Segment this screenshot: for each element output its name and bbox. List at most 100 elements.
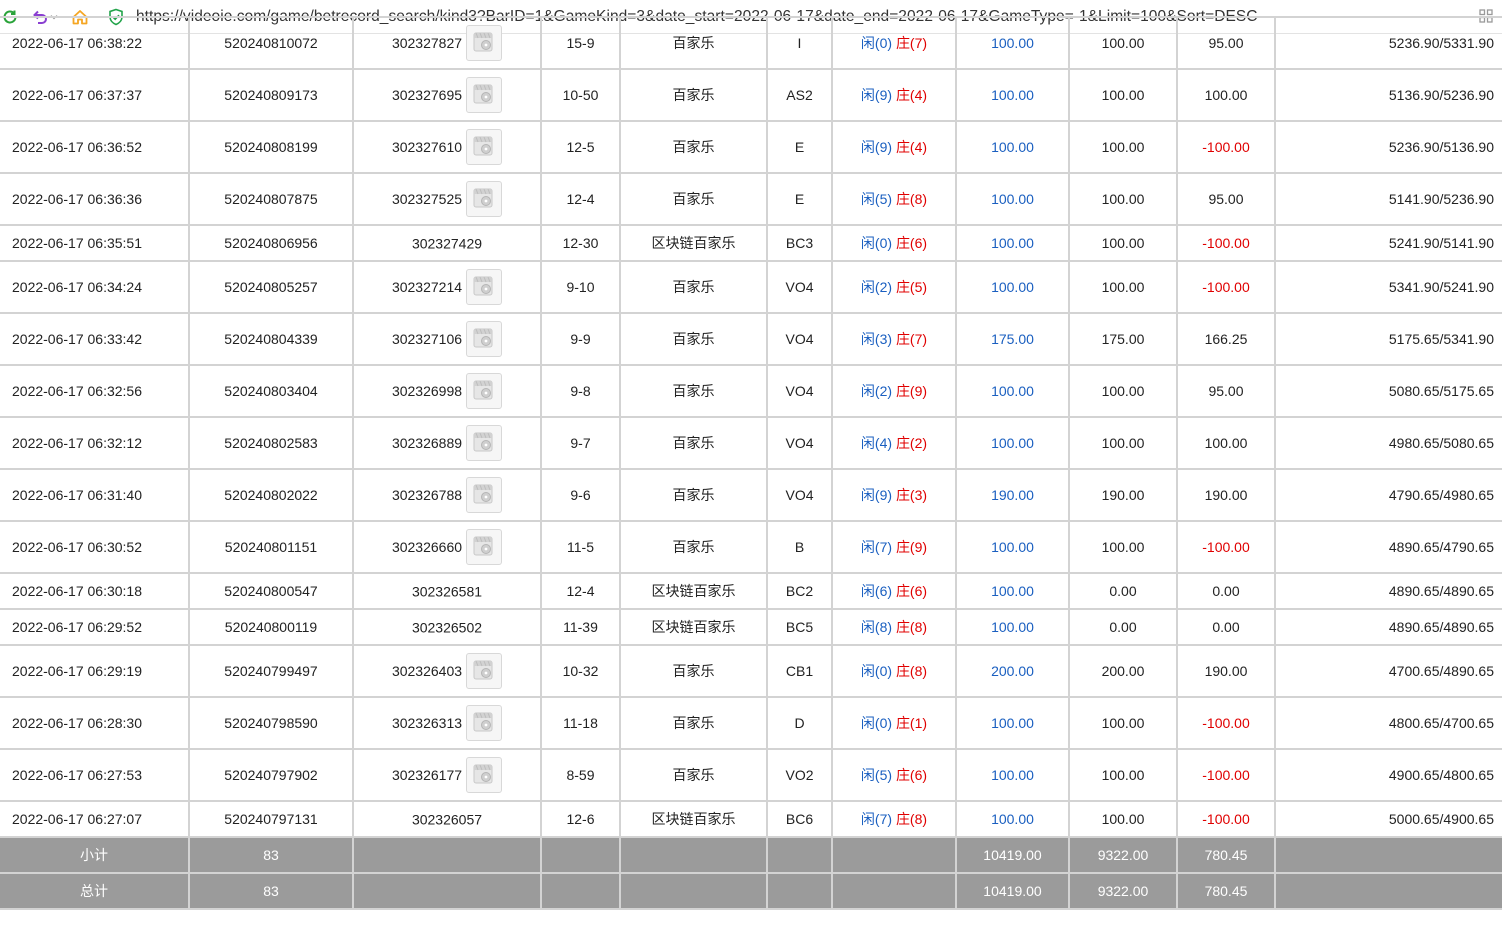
video-replay-icon[interactable]: [466, 129, 503, 165]
round-id: 302326057: [411, 811, 483, 828]
round-id-cell: 302326889: [352, 416, 542, 470]
round-id-cell: 302327827: [352, 16, 542, 70]
result-player: 闲(9): [860, 87, 893, 103]
round-id: 302326998: [391, 383, 463, 399]
video-replay-icon[interactable]: [466, 269, 503, 305]
bet-amount-cell[interactable]: 100.00: [955, 68, 1070, 122]
round-id: 302327214: [391, 279, 463, 295]
subtotal-row: 小计 83 10419.00 9322.00 780.45: [0, 836, 1502, 874]
video-replay-icon[interactable]: [466, 77, 503, 113]
time-cell: 2022-06-17 06:33:42: [0, 312, 190, 366]
round-id-cell: 302326313: [352, 696, 542, 750]
valid-bet-cell: 100.00: [1068, 224, 1178, 262]
result-banker: 庄(2): [895, 435, 928, 451]
valid-bet-cell: 100.00: [1068, 696, 1178, 750]
bet-amount-cell[interactable]: 100.00: [955, 572, 1070, 610]
win-loss-cell: -100.00: [1176, 520, 1276, 574]
bet-id-cell: 520240799497: [188, 644, 354, 698]
valid-bet-cell: 100.00: [1068, 520, 1178, 574]
round-id: 302326889: [391, 435, 463, 451]
win-loss-cell: 0.00: [1176, 608, 1276, 646]
bet-amount-cell[interactable]: 100.00: [955, 696, 1070, 750]
video-replay-icon[interactable]: [466, 425, 503, 461]
valid-bet-cell: 100.00: [1068, 416, 1178, 470]
round-id-cell: 302327695: [352, 68, 542, 122]
time-cell: 2022-06-17 06:36:36: [0, 172, 190, 226]
round-id-cell: 302326660: [352, 520, 542, 574]
round-id-cell: 302326057: [352, 800, 542, 838]
bet-amount-cell[interactable]: 100.00: [955, 416, 1070, 470]
result-banker: 庄(1): [895, 715, 928, 731]
balance-cell: 5141.90/5236.90: [1274, 172, 1502, 226]
bet-id-cell: 520240804339: [188, 312, 354, 366]
summary-valid: 9322.00: [1068, 836, 1178, 874]
result-player: 闲(2): [860, 383, 893, 399]
bet-amount-cell[interactable]: 190.00: [955, 468, 1070, 522]
bet-amount-cell[interactable]: 100.00: [955, 520, 1070, 574]
summary-empty: [766, 836, 833, 874]
result-cell: 闲(2) 庄(9): [831, 364, 957, 418]
game-type-cell: 百家乐: [619, 312, 768, 366]
bet-amount-cell[interactable]: 100.00: [955, 364, 1070, 418]
shoe-cell: 10-50: [540, 68, 621, 122]
summary-empty: [831, 836, 957, 874]
result-cell: 闲(0) 庄(1): [831, 696, 957, 750]
video-replay-icon[interactable]: [466, 653, 503, 689]
result-banker: 庄(9): [895, 539, 928, 555]
table-code-cell: VO4: [766, 312, 833, 366]
video-replay-icon[interactable]: [466, 321, 503, 357]
result-player: 闲(9): [860, 139, 893, 155]
bet-amount-cell[interactable]: 200.00: [955, 644, 1070, 698]
video-replay-icon[interactable]: [466, 181, 503, 217]
round-id: 302326502: [411, 619, 483, 636]
table-row: 2022-06-17 06:27:53 520240797902 302326177…: [0, 748, 1502, 802]
shoe-cell: 12-4: [540, 572, 621, 610]
video-replay-icon[interactable]: [466, 529, 503, 565]
table-row: 2022-06-17 06:30:52 520240801151 302326660…: [0, 520, 1502, 574]
video-replay-icon[interactable]: [466, 373, 503, 409]
result-banker: 庄(6): [895, 767, 928, 783]
game-type-cell: 百家乐: [619, 644, 768, 698]
table-row: 2022-06-17 06:29:19 520240799497 302326403…: [0, 644, 1502, 698]
bet-amount-cell[interactable]: 100.00: [955, 172, 1070, 226]
balance-cell: 4980.65/5080.65: [1274, 416, 1502, 470]
video-replay-icon[interactable]: [466, 757, 503, 793]
bet-amount-cell[interactable]: 175.00: [955, 312, 1070, 366]
bet-amount-cell[interactable]: 100.00: [955, 800, 1070, 838]
bet-amount-cell[interactable]: 100.00: [955, 120, 1070, 174]
valid-bet-cell: 100.00: [1068, 364, 1178, 418]
table-code-cell: AS2: [766, 68, 833, 122]
balance-cell: 5236.90/5136.90: [1274, 120, 1502, 174]
shoe-cell: 12-6: [540, 800, 621, 838]
balance-cell: 4700.65/4890.65: [1274, 644, 1502, 698]
game-type-cell: 区块链百家乐: [619, 608, 768, 646]
bet-amount-cell[interactable]: 100.00: [955, 16, 1070, 70]
time-cell: 2022-06-17 06:37:37: [0, 68, 190, 122]
valid-bet-cell: 100.00: [1068, 68, 1178, 122]
result-banker: 庄(7): [895, 35, 928, 51]
summary-empty: [540, 872, 621, 910]
video-replay-icon[interactable]: [466, 25, 503, 61]
bet-amount-cell[interactable]: 100.00: [955, 224, 1070, 262]
round-id: 302326788: [391, 487, 463, 503]
game-type-cell: 区块链百家乐: [619, 800, 768, 838]
table-code-cell: E: [766, 120, 833, 174]
bet-id-cell: 520240809173: [188, 68, 354, 122]
shoe-cell: 9-6: [540, 468, 621, 522]
table-row: 2022-06-17 06:36:36 520240807875 302327525…: [0, 172, 1502, 226]
round-id-cell: 302326581: [352, 572, 542, 610]
video-replay-icon[interactable]: [466, 705, 503, 741]
round-id-cell: 302326998: [352, 364, 542, 418]
bet-amount-cell[interactable]: 100.00: [955, 748, 1070, 802]
video-replay-icon[interactable]: [466, 477, 503, 513]
result-player: 闲(8): [860, 619, 893, 635]
win-loss-cell: -100.00: [1176, 748, 1276, 802]
result-banker: 庄(6): [895, 583, 928, 599]
time-cell: 2022-06-17 06:34:24: [0, 260, 190, 314]
bet-id-cell: 520240797131: [188, 800, 354, 838]
game-type-cell: 百家乐: [619, 696, 768, 750]
round-id-cell: 302326502: [352, 608, 542, 646]
bet-amount-cell[interactable]: 100.00: [955, 608, 1070, 646]
bet-amount-cell[interactable]: 100.00: [955, 260, 1070, 314]
summary-empty: [352, 836, 542, 874]
